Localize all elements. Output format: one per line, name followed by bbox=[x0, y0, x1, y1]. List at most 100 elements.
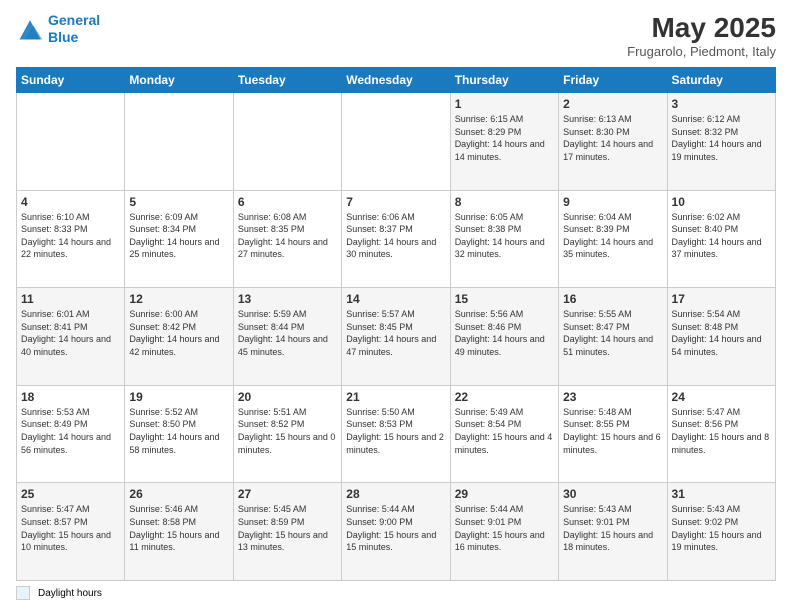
calendar-cell: 29 Sunrise: 5:44 AM Sunset: 9:01 PM Dayli… bbox=[450, 483, 558, 581]
day-number: 16 bbox=[563, 292, 662, 306]
calendar-title: May 2025 bbox=[627, 12, 776, 44]
day-of-week-header: Sunday bbox=[17, 68, 125, 93]
logo-blue: Blue bbox=[48, 29, 78, 45]
calendar-cell bbox=[233, 93, 341, 191]
footer: Daylight hours bbox=[16, 586, 776, 600]
legend-box bbox=[16, 586, 30, 600]
day-of-week-header: Monday bbox=[125, 68, 233, 93]
day-info: Sunrise: 5:47 AM Sunset: 8:56 PM Dayligh… bbox=[672, 406, 771, 456]
calendar-cell: 16 Sunrise: 5:55 AM Sunset: 8:47 PM Dayli… bbox=[559, 288, 667, 386]
calendar-cell: 27 Sunrise: 5:45 AM Sunset: 8:59 PM Dayli… bbox=[233, 483, 341, 581]
day-number: 27 bbox=[238, 487, 337, 501]
day-info: Sunrise: 5:45 AM Sunset: 8:59 PM Dayligh… bbox=[238, 503, 337, 553]
day-info: Sunrise: 5:44 AM Sunset: 9:01 PM Dayligh… bbox=[455, 503, 554, 553]
day-number: 20 bbox=[238, 390, 337, 404]
day-number: 29 bbox=[455, 487, 554, 501]
calendar-cell: 2Sunrise: 6:13 AM Sunset: 8:30 PM Daylig… bbox=[559, 93, 667, 191]
day-info: Sunrise: 6:09 AM Sunset: 8:34 PM Dayligh… bbox=[129, 211, 228, 261]
day-info: Sunrise: 6:00 AM Sunset: 8:42 PM Dayligh… bbox=[129, 308, 228, 358]
day-info: Sunrise: 6:01 AM Sunset: 8:41 PM Dayligh… bbox=[21, 308, 120, 358]
calendar-cell: 11Sunrise: 6:01 AM Sunset: 8:41 PM Dayli… bbox=[17, 288, 125, 386]
day-number: 23 bbox=[563, 390, 662, 404]
day-info: Sunrise: 6:06 AM Sunset: 8:37 PM Dayligh… bbox=[346, 211, 445, 261]
title-block: May 2025 Frugarolo, Piedmont, Italy bbox=[627, 12, 776, 59]
calendar-cell: 22 Sunrise: 5:49 AM Sunset: 8:54 PM Dayli… bbox=[450, 385, 558, 483]
day-number: 10 bbox=[672, 195, 771, 209]
day-info: Sunrise: 6:05 AM Sunset: 8:38 PM Dayligh… bbox=[455, 211, 554, 261]
calendar-cell: 12 Sunrise: 6:00 AM Sunset: 8:42 PM Dayli… bbox=[125, 288, 233, 386]
day-number: 14 bbox=[346, 292, 445, 306]
day-info: Sunrise: 6:12 AM Sunset: 8:32 PM Dayligh… bbox=[672, 113, 771, 163]
calendar-week-row: 4Sunrise: 6:10 AM Sunset: 8:33 PM Daylig… bbox=[17, 190, 776, 288]
day-info: Sunrise: 5:43 AM Sunset: 9:02 PM Dayligh… bbox=[672, 503, 771, 553]
page: General Blue May 2025 Frugarolo, Piedmon… bbox=[0, 0, 792, 612]
day-info: Sunrise: 5:59 AM Sunset: 8:44 PM Dayligh… bbox=[238, 308, 337, 358]
calendar-cell: 20 Sunrise: 5:51 AM Sunset: 8:52 PM Dayli… bbox=[233, 385, 341, 483]
calendar-header: SundayMondayTuesdayWednesdayThursdayFrid… bbox=[17, 68, 776, 93]
day-info: Sunrise: 5:47 AM Sunset: 8:57 PM Dayligh… bbox=[21, 503, 120, 553]
calendar-cell: 5 Sunrise: 6:09 AM Sunset: 8:34 PM Daylig… bbox=[125, 190, 233, 288]
day-number: 28 bbox=[346, 487, 445, 501]
logo: General Blue bbox=[16, 12, 100, 46]
day-info: Sunrise: 5:46 AM Sunset: 8:58 PM Dayligh… bbox=[129, 503, 228, 553]
day-info: Sunrise: 5:52 AM Sunset: 8:50 PM Dayligh… bbox=[129, 406, 228, 456]
day-of-week-header: Thursday bbox=[450, 68, 558, 93]
day-number: 2 bbox=[563, 97, 662, 111]
day-of-week-header: Friday bbox=[559, 68, 667, 93]
day-info: Sunrise: 5:50 AM Sunset: 8:53 PM Dayligh… bbox=[346, 406, 445, 456]
day-number: 26 bbox=[129, 487, 228, 501]
day-number: 8 bbox=[455, 195, 554, 209]
day-number: 22 bbox=[455, 390, 554, 404]
logo-text: General Blue bbox=[48, 12, 100, 46]
day-number: 21 bbox=[346, 390, 445, 404]
header-row: SundayMondayTuesdayWednesdayThursdayFrid… bbox=[17, 68, 776, 93]
day-info: Sunrise: 5:43 AM Sunset: 9:01 PM Dayligh… bbox=[563, 503, 662, 553]
day-number: 15 bbox=[455, 292, 554, 306]
day-number: 17 bbox=[672, 292, 771, 306]
calendar-cell: 31Sunrise: 5:43 AM Sunset: 9:02 PM Dayli… bbox=[667, 483, 775, 581]
day-number: 13 bbox=[238, 292, 337, 306]
header: General Blue May 2025 Frugarolo, Piedmon… bbox=[16, 12, 776, 59]
day-number: 25 bbox=[21, 487, 120, 501]
calendar-cell: 24 Sunrise: 5:47 AM Sunset: 8:56 PM Dayli… bbox=[667, 385, 775, 483]
day-info: Sunrise: 5:53 AM Sunset: 8:49 PM Dayligh… bbox=[21, 406, 120, 456]
day-info: Sunrise: 5:56 AM Sunset: 8:46 PM Dayligh… bbox=[455, 308, 554, 358]
calendar-cell bbox=[125, 93, 233, 191]
day-info: Sunrise: 6:02 AM Sunset: 8:40 PM Dayligh… bbox=[672, 211, 771, 261]
day-number: 6 bbox=[238, 195, 337, 209]
calendar-cell: 15 Sunrise: 5:56 AM Sunset: 8:46 PM Dayli… bbox=[450, 288, 558, 386]
calendar-cell: 19 Sunrise: 5:52 AM Sunset: 8:50 PM Dayli… bbox=[125, 385, 233, 483]
day-number: 19 bbox=[129, 390, 228, 404]
calendar-cell: 18Sunrise: 5:53 AM Sunset: 8:49 PM Dayli… bbox=[17, 385, 125, 483]
calendar-cell: 30 Sunrise: 5:43 AM Sunset: 9:01 PM Dayli… bbox=[559, 483, 667, 581]
day-info: Sunrise: 5:49 AM Sunset: 8:54 PM Dayligh… bbox=[455, 406, 554, 456]
calendar-body: 1Sunrise: 6:15 AM Sunset: 8:29 PM Daylig… bbox=[17, 93, 776, 581]
day-number: 24 bbox=[672, 390, 771, 404]
day-number: 5 bbox=[129, 195, 228, 209]
calendar-cell: 17Sunrise: 5:54 AM Sunset: 8:48 PM Dayli… bbox=[667, 288, 775, 386]
day-of-week-header: Tuesday bbox=[233, 68, 341, 93]
calendar-cell: 23Sunrise: 5:48 AM Sunset: 8:55 PM Dayli… bbox=[559, 385, 667, 483]
day-info: Sunrise: 6:15 AM Sunset: 8:29 PM Dayligh… bbox=[455, 113, 554, 163]
calendar-cell bbox=[17, 93, 125, 191]
calendar-table: SundayMondayTuesdayWednesdayThursdayFrid… bbox=[16, 67, 776, 581]
day-number: 30 bbox=[563, 487, 662, 501]
logo-icon bbox=[16, 15, 44, 43]
calendar-subtitle: Frugarolo, Piedmont, Italy bbox=[627, 44, 776, 59]
day-info: Sunrise: 5:57 AM Sunset: 8:45 PM Dayligh… bbox=[346, 308, 445, 358]
day-info: Sunrise: 5:51 AM Sunset: 8:52 PM Dayligh… bbox=[238, 406, 337, 456]
logo-general: General bbox=[48, 12, 100, 28]
calendar-cell: 3 Sunrise: 6:12 AM Sunset: 8:32 PM Daylig… bbox=[667, 93, 775, 191]
day-info: Sunrise: 6:10 AM Sunset: 8:33 PM Dayligh… bbox=[21, 211, 120, 261]
legend-label: Daylight hours bbox=[38, 588, 102, 599]
calendar-cell: 14 Sunrise: 5:57 AM Sunset: 8:45 PM Dayli… bbox=[342, 288, 450, 386]
day-number: 3 bbox=[672, 97, 771, 111]
day-info: Sunrise: 5:55 AM Sunset: 8:47 PM Dayligh… bbox=[563, 308, 662, 358]
day-info: Sunrise: 6:08 AM Sunset: 8:35 PM Dayligh… bbox=[238, 211, 337, 261]
day-number: 12 bbox=[129, 292, 228, 306]
calendar-cell: 1Sunrise: 6:15 AM Sunset: 8:29 PM Daylig… bbox=[450, 93, 558, 191]
calendar-cell: 26 Sunrise: 5:46 AM Sunset: 8:58 PM Dayli… bbox=[125, 483, 233, 581]
day-info: Sunrise: 5:44 AM Sunset: 9:00 PM Dayligh… bbox=[346, 503, 445, 553]
day-of-week-header: Saturday bbox=[667, 68, 775, 93]
calendar-cell: 7Sunrise: 6:06 AM Sunset: 8:37 PM Daylig… bbox=[342, 190, 450, 288]
